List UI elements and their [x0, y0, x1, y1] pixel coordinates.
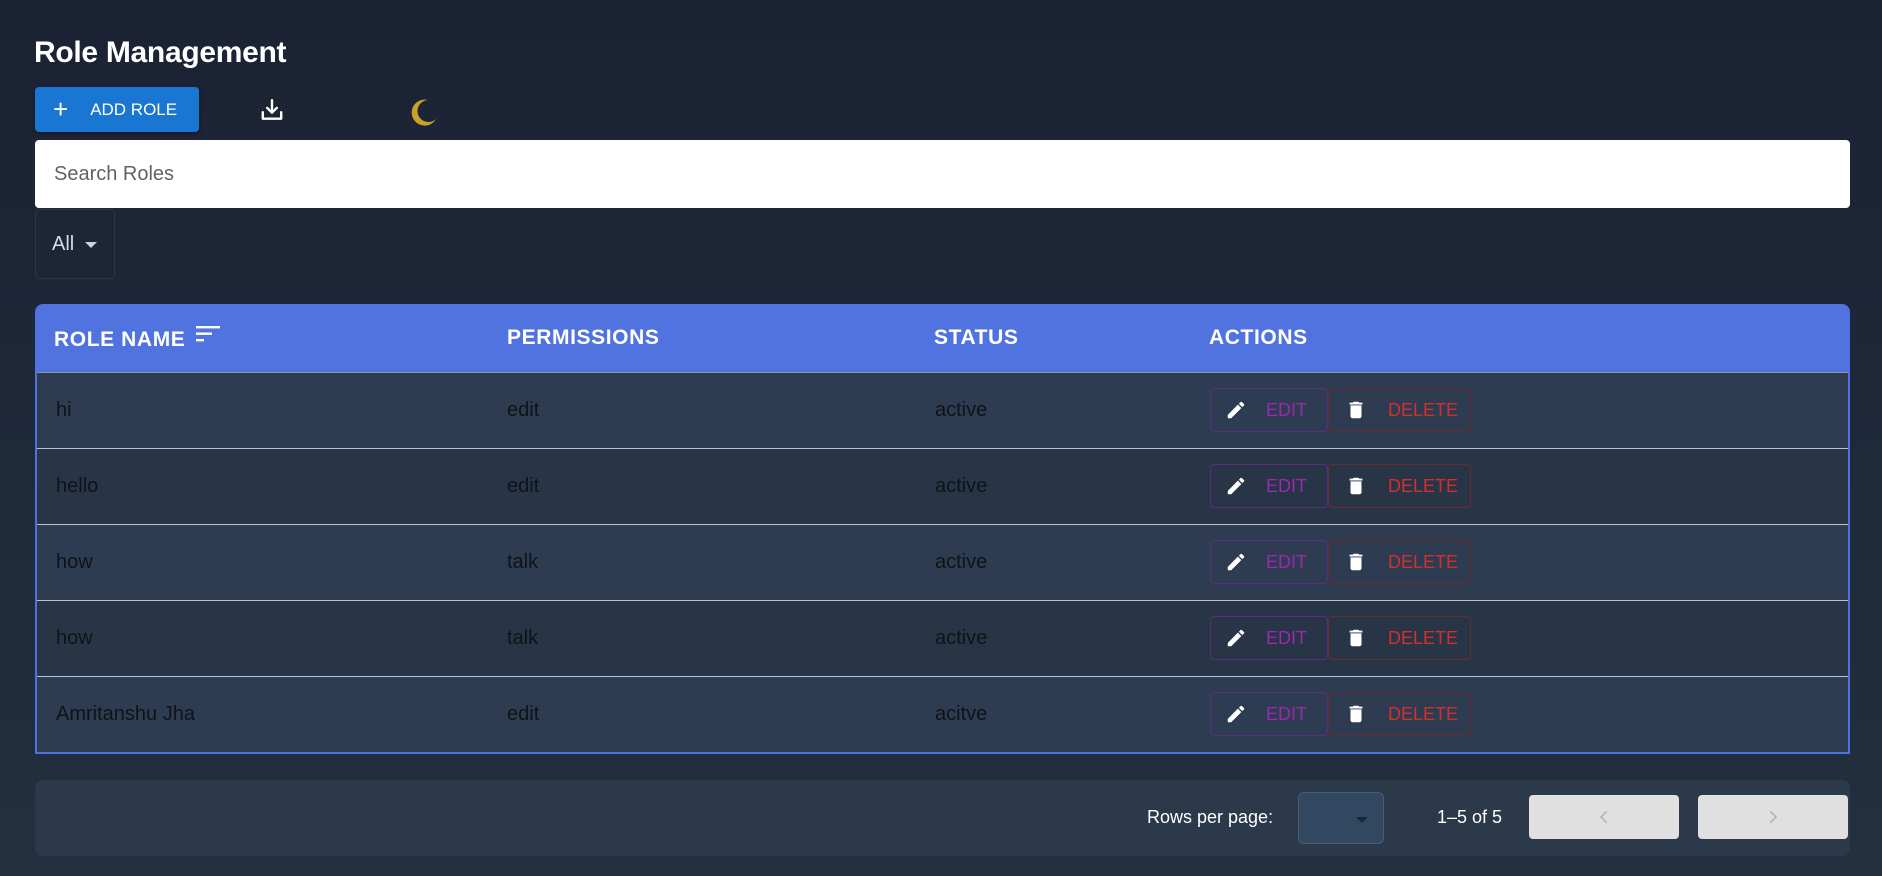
cell-permissions: talk — [507, 627, 539, 649]
column-header-permissions: PERMISSIONS — [507, 326, 660, 349]
edit-label: EDIT — [1266, 399, 1308, 420]
cell-role-name: hi — [56, 399, 72, 421]
cell-permissions: edit — [507, 475, 540, 497]
column-header-actions: ACTIONS — [1209, 326, 1308, 349]
edit-button[interactable]: EDIT — [1210, 388, 1328, 432]
edit-label: EDIT — [1266, 627, 1308, 648]
search-box — [35, 140, 1850, 208]
filter-selected-value: All — [52, 232, 75, 255]
caret-down-icon — [1356, 817, 1368, 823]
caret-down-icon — [85, 242, 98, 248]
download-button[interactable] — [257, 95, 287, 125]
chevron-left-icon — [1600, 810, 1608, 824]
table-row: hello edit active EDIT DELETE — [37, 448, 1848, 524]
pencil-icon — [1227, 705, 1245, 723]
trash-icon — [1349, 553, 1363, 571]
moon-icon — [411, 99, 436, 126]
cell-actions: EDIT DELETE — [1210, 692, 1471, 736]
column-header-status: STATUS — [934, 326, 1019, 349]
delete-button[interactable]: DELETE — [1328, 692, 1471, 736]
edit-button[interactable]: EDIT — [1210, 540, 1328, 584]
delete-label: DELETE — [1388, 551, 1459, 572]
edit-button[interactable]: EDIT — [1210, 464, 1328, 508]
trash-icon — [1349, 477, 1363, 495]
pencil-icon — [1227, 553, 1245, 571]
table-row: Amritanshu Jha edit acitve EDIT DELETE — [37, 676, 1848, 752]
plus-icon: + — [53, 93, 69, 124]
theme-toggle-button[interactable] — [406, 95, 440, 129]
cell-permissions: edit — [507, 399, 540, 421]
pencil-icon — [1227, 477, 1245, 495]
cell-role-name: hello — [56, 475, 99, 497]
roles-table: ROLE NAME PERMISSIONS STATUS ACTIONS hi … — [35, 304, 1850, 754]
cell-status: active — [935, 627, 988, 649]
pencil-icon — [1227, 629, 1245, 647]
add-role-label: ADD ROLE — [90, 99, 178, 119]
delete-label: DELETE — [1388, 399, 1459, 420]
delete-button[interactable]: DELETE — [1328, 388, 1471, 432]
trash-icon — [1349, 401, 1363, 419]
cell-actions: EDIT DELETE — [1210, 540, 1471, 584]
rows-per-page-label: Rows per page: — [1147, 807, 1274, 827]
column-header-label: ROLE NAME — [54, 328, 186, 351]
cell-permissions: talk — [507, 551, 539, 573]
search-input[interactable] — [52, 161, 1850, 187]
next-page-button[interactable] — [1698, 795, 1848, 839]
cell-actions: EDIT DELETE — [1210, 464, 1471, 508]
table-row: how talk active EDIT DELETE — [37, 524, 1848, 600]
table-header: ROLE NAME PERMISSIONS STATUS ACTIONS — [35, 304, 1850, 372]
edit-label: EDIT — [1266, 551, 1308, 572]
table-row: how talk active EDIT DELETE — [37, 600, 1848, 676]
trash-icon — [1349, 629, 1363, 647]
chevron-right-icon — [1769, 810, 1777, 824]
pagination-range: 1–5 of 5 — [1437, 807, 1503, 827]
edit-button[interactable]: EDIT — [1210, 692, 1328, 736]
cell-actions: EDIT DELETE — [1210, 616, 1471, 660]
sort-icon[interactable] — [195, 324, 221, 344]
delete-button[interactable]: DELETE — [1328, 616, 1471, 660]
pencil-icon — [1227, 401, 1245, 419]
column-header-role-name[interactable]: ROLE NAME — [54, 326, 221, 352]
previous-page-button[interactable] — [1529, 795, 1679, 839]
add-role-button[interactable]: + ADD ROLE — [35, 87, 199, 132]
delete-button[interactable]: DELETE — [1328, 464, 1471, 508]
delete-label: DELETE — [1388, 627, 1459, 648]
cell-status: active — [935, 551, 988, 573]
cell-role-name: how — [56, 551, 93, 573]
edit-label: EDIT — [1266, 703, 1308, 724]
cell-permissions: edit — [507, 703, 540, 725]
edit-button[interactable]: EDIT — [1210, 616, 1328, 660]
cell-status: active — [935, 475, 988, 497]
table-pagination: Rows per page: 1–5 of 5 — [35, 780, 1850, 856]
status-filter-select[interactable]: All — [35, 209, 115, 279]
table-row: hi edit active EDIT DELETE — [37, 372, 1848, 448]
cell-role-name: how — [56, 627, 93, 649]
page-title: Role Management — [34, 36, 287, 69]
trash-icon — [1349, 705, 1363, 723]
toolbar: + ADD ROLE — [35, 87, 436, 132]
cell-actions: EDIT DELETE — [1210, 388, 1471, 432]
cell-status: acitve — [935, 703, 988, 725]
delete-label: DELETE — [1388, 703, 1459, 724]
cell-role-name: Amritanshu Jha — [56, 703, 195, 725]
rows-per-page-select[interactable] — [1298, 792, 1384, 844]
table-body: hi edit active EDIT DELETE hello edit ac… — [35, 372, 1850, 754]
delete-label: DELETE — [1388, 475, 1459, 496]
download-icon — [261, 98, 283, 120]
delete-button[interactable]: DELETE — [1328, 540, 1471, 584]
edit-label: EDIT — [1266, 475, 1308, 496]
cell-status: active — [935, 399, 988, 421]
